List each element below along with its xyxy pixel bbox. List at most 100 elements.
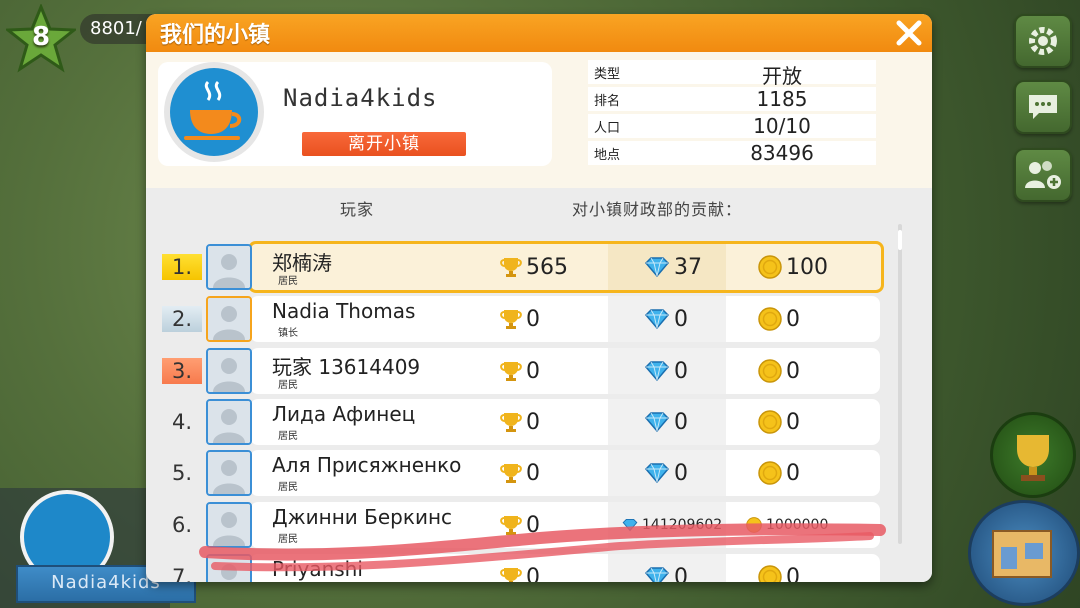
gem-contribution: 0 — [608, 348, 726, 394]
dialog-header: 我们的小镇 — [146, 14, 932, 52]
gem-contribution: 0 — [608, 296, 726, 342]
trophy-contribution: 0 — [486, 348, 606, 394]
info-row-location: 地点 83496 — [588, 141, 876, 165]
coin-contribution: 0 — [728, 450, 872, 496]
add-friend-button[interactable] — [1014, 148, 1072, 202]
person-silhouette-icon — [208, 452, 250, 494]
player-row[interactable]: 6. Джинни Беркинс 居民 0 141209602 1000000 — [160, 502, 880, 548]
gem-contribution: 37 — [608, 244, 726, 290]
player-avatar[interactable] — [206, 296, 252, 342]
leave-town-button[interactable]: 离开小镇 — [302, 132, 466, 156]
town-name: Nadia4kids — [283, 84, 438, 112]
info-row-population: 人口 10/10 — [588, 114, 876, 138]
gem-value: 141209602 — [642, 517, 723, 533]
build-button[interactable] — [968, 500, 1080, 606]
player-avatar[interactable] — [206, 450, 252, 496]
player-row[interactable]: 5. Аля Присяжненко 居民 0 0 0 — [160, 450, 880, 496]
player-role: 镇长 — [278, 328, 298, 339]
trophy-icon — [500, 310, 522, 329]
player-avatar[interactable] — [206, 554, 252, 582]
trophy-icon — [500, 516, 522, 535]
trophy-icon — [500, 464, 522, 483]
player-avatar[interactable] — [206, 502, 252, 548]
coin-icon — [758, 359, 782, 383]
gem-contribution: 0 — [608, 399, 726, 445]
person-silhouette-icon — [208, 556, 250, 582]
trophy-contribution: 0 — [486, 554, 606, 582]
town-avatar — [162, 60, 266, 164]
gem-value: 0 — [674, 409, 688, 435]
player-row[interactable]: 4. Лида Афинец 居民 0 0 0 — [160, 399, 880, 445]
settings-button[interactable] — [1014, 14, 1072, 68]
scrollbar-track[interactable] — [898, 224, 902, 544]
column-header-contribution: 对小镇财政部的贡献： — [572, 200, 743, 219]
info-row-rank: 排名 1185 — [588, 87, 876, 111]
gem-contribution: 141209602 — [608, 502, 726, 548]
player-avatar[interactable] — [206, 244, 252, 290]
info-key: 地点 — [594, 148, 621, 163]
coin-value: 0 — [786, 409, 800, 435]
gem-icon — [622, 519, 638, 532]
player-name: Лида Афинец — [272, 402, 416, 426]
player-row[interactable]: 1. 郑楠涛 居民 565 37 100 — [160, 241, 884, 293]
coin-contribution: 1000000 — [728, 502, 872, 548]
info-value: 83496 — [750, 141, 814, 165]
shop-building-icon — [992, 530, 1052, 578]
player-avatar[interactable] — [206, 348, 252, 394]
coin-contribution: 0 — [728, 399, 872, 445]
player-rank: 2. — [162, 306, 202, 332]
coin-icon — [758, 255, 782, 279]
player-rank: 4. — [171, 410, 193, 434]
player-row[interactable]: 7.Priyanshi居民000 — [160, 554, 880, 582]
person-silhouette-icon — [208, 246, 250, 288]
player-name: Джинни Беркинс — [272, 505, 453, 529]
close-icon — [896, 20, 922, 46]
player-rank: 1. — [162, 254, 202, 280]
town-profile-box: Nadia4kids 离开小镇 — [158, 62, 552, 166]
trophy-value: 0 — [526, 512, 540, 538]
info-value: 开放 — [762, 64, 802, 88]
trophy-contribution: 0 — [486, 296, 606, 342]
gem-icon — [644, 257, 670, 278]
trophy-button[interactable] — [990, 412, 1076, 498]
player-list[interactable]: 玩家 对小镇财政部的贡献： 1. 郑楠涛 居民 565 37 100 2. Nadia Tho… — [146, 188, 932, 582]
info-value: 10/10 — [753, 114, 811, 138]
coin-icon — [758, 307, 782, 331]
trophy-icon — [1017, 435, 1049, 481]
player-role: 居民 — [278, 482, 298, 493]
coin-value: 1000000 — [766, 517, 829, 533]
player-row[interactable]: 3. 玩家 13614409 居民 0 0 0 — [160, 348, 880, 394]
player-rank: 3. — [162, 358, 202, 384]
person-silhouette-icon — [208, 504, 250, 546]
coin-contribution: 0 — [728, 554, 872, 582]
trophy-value: 565 — [526, 254, 568, 280]
trophy-value: 0 — [526, 564, 540, 583]
gem-value: 0 — [674, 564, 688, 583]
coin-contribution: 0 — [728, 296, 872, 342]
gem-contribution: 0 — [608, 554, 726, 582]
player-rank: 5. — [171, 461, 193, 485]
player-name: Priyanshi — [272, 557, 363, 581]
player-avatar[interactable] — [206, 399, 252, 445]
town-dialog: 我们的小镇 Nadia4kids 离开小镇 类型 开放 排名 1185 人口 1… — [146, 14, 932, 582]
player-rank: 6. — [171, 513, 193, 537]
coin-value: 0 — [786, 564, 800, 583]
teacup-icon — [164, 62, 264, 162]
trophy-contribution: 0 — [486, 450, 606, 496]
chat-button[interactable] — [1014, 80, 1072, 134]
player-name: Аля Присяжненко — [272, 453, 462, 477]
gem-icon — [644, 567, 670, 582]
person-silhouette-icon — [208, 350, 250, 392]
trophy-value: 0 — [526, 358, 540, 384]
trophy-icon — [500, 258, 522, 277]
player-row[interactable]: 2. Nadia Thomas 镇长 0 0 0 — [160, 296, 880, 342]
close-button[interactable] — [894, 18, 924, 48]
coin-icon — [758, 410, 782, 434]
coin-icon — [758, 461, 782, 485]
trophy-value: 0 — [526, 460, 540, 486]
player-role: 居民 — [278, 380, 298, 391]
scrollbar-thumb[interactable] — [898, 230, 902, 250]
trophy-icon — [500, 362, 522, 381]
town-info-section: Nadia4kids 离开小镇 类型 开放 排名 1185 人口 10/10 地… — [146, 52, 932, 188]
gem-icon — [644, 412, 670, 433]
